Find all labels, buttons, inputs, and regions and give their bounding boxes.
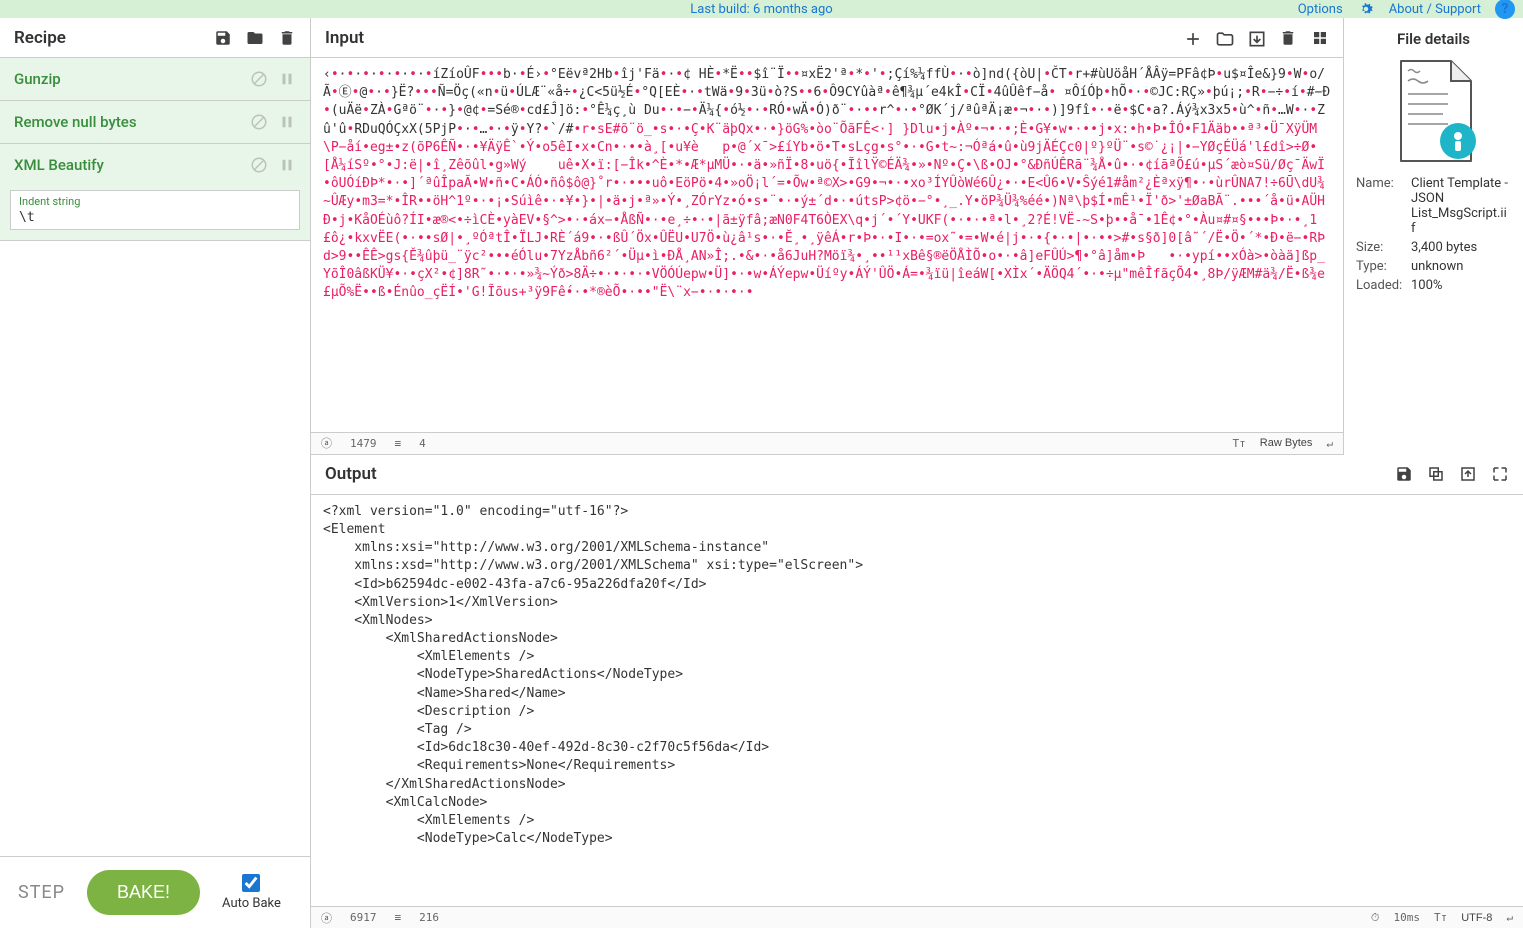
disable-op-icon[interactable] bbox=[250, 70, 268, 88]
output-textarea[interactable]: <?xml version="1.0" encoding="utf-16"?> … bbox=[311, 495, 1523, 906]
file-icon bbox=[1356, 56, 1511, 166]
open-folder-icon[interactable] bbox=[1215, 29, 1233, 47]
input-lines-icon: ≡ bbox=[395, 437, 402, 450]
input-title: Input bbox=[325, 28, 1183, 48]
auto-bake-checkbox[interactable] bbox=[242, 874, 260, 892]
step-label[interactable]: STEP bbox=[18, 882, 65, 903]
raw-bytes-label[interactable]: Raw Bytes bbox=[1260, 437, 1313, 449]
last-build-link[interactable]: Last build: 6 months ago bbox=[690, 2, 832, 17]
disable-op-icon[interactable] bbox=[250, 156, 268, 174]
help-icon[interactable]: ? bbox=[1495, 0, 1515, 19]
top-banner: Last build: 6 months ago Options About /… bbox=[0, 0, 1523, 18]
operation-gunzip[interactable]: Gunzip bbox=[0, 58, 310, 101]
clear-recipe-icon[interactable] bbox=[278, 29, 296, 47]
auto-bake-toggle[interactable]: Auto Bake bbox=[222, 874, 281, 911]
input-length-icon: ⓐ bbox=[321, 435, 332, 451]
output-status-bar: ⓐ6917 ≡216 ⏱10ms Tт UTF-8 ↵ bbox=[311, 906, 1523, 928]
output-title: Output bbox=[325, 464, 1395, 484]
replace-input-icon[interactable] bbox=[1459, 465, 1477, 483]
output-lines-icon: ≡ bbox=[395, 911, 402, 924]
maximize-input-icon[interactable] bbox=[1311, 29, 1329, 47]
save-output-icon[interactable] bbox=[1395, 465, 1413, 483]
load-recipe-icon[interactable] bbox=[246, 29, 264, 47]
gear-icon[interactable] bbox=[1357, 0, 1375, 18]
output-eol-icon[interactable]: ↵ bbox=[1506, 911, 1513, 924]
operation-xml-beautify[interactable]: XML Beautify Indent string \t bbox=[0, 144, 310, 241]
breakpoint-op-icon[interactable] bbox=[278, 156, 296, 174]
clear-input-icon[interactable] bbox=[1279, 29, 1297, 47]
disable-op-icon[interactable] bbox=[250, 113, 268, 131]
maximize-output-icon[interactable] bbox=[1491, 465, 1509, 483]
copy-output-icon[interactable] bbox=[1427, 465, 1445, 483]
recipe-title: Recipe bbox=[14, 28, 214, 48]
recipe-panel: Recipe Gunzip Remove null bytes bbox=[0, 18, 311, 928]
input-textarea[interactable]: ‹•·•·•·•·•·•·•íZíoÛF•••b·•É›•°Eëvª2Hb•îj… bbox=[311, 58, 1343, 432]
output-length-icon: ⓐ bbox=[321, 910, 332, 926]
options-link[interactable]: Options bbox=[1298, 2, 1343, 17]
indent-string-input[interactable]: Indent string \t bbox=[10, 190, 300, 230]
bake-button[interactable]: BAKE! bbox=[87, 870, 200, 915]
text-format-icon[interactable]: Tт bbox=[1233, 437, 1246, 450]
about-link[interactable]: About / Support bbox=[1389, 2, 1481, 17]
file-details-panel: File details Name:Client Template - JSON… bbox=[1343, 18, 1523, 455]
bake-time-icon: ⏱ bbox=[1371, 911, 1380, 925]
operation-remove-null-bytes[interactable]: Remove null bytes bbox=[0, 101, 310, 144]
output-format-icon[interactable]: Tт bbox=[1434, 911, 1447, 924]
breakpoint-op-icon[interactable] bbox=[278, 70, 296, 88]
add-input-icon[interactable] bbox=[1183, 29, 1201, 47]
breakpoint-op-icon[interactable] bbox=[278, 113, 296, 131]
input-status-bar: ⓐ1479 ≡4 Tт Raw Bytes ↵ bbox=[311, 432, 1343, 454]
save-recipe-icon[interactable] bbox=[214, 29, 232, 47]
input-eol-icon[interactable]: ↵ bbox=[1326, 437, 1333, 450]
open-file-icon[interactable] bbox=[1247, 29, 1265, 47]
